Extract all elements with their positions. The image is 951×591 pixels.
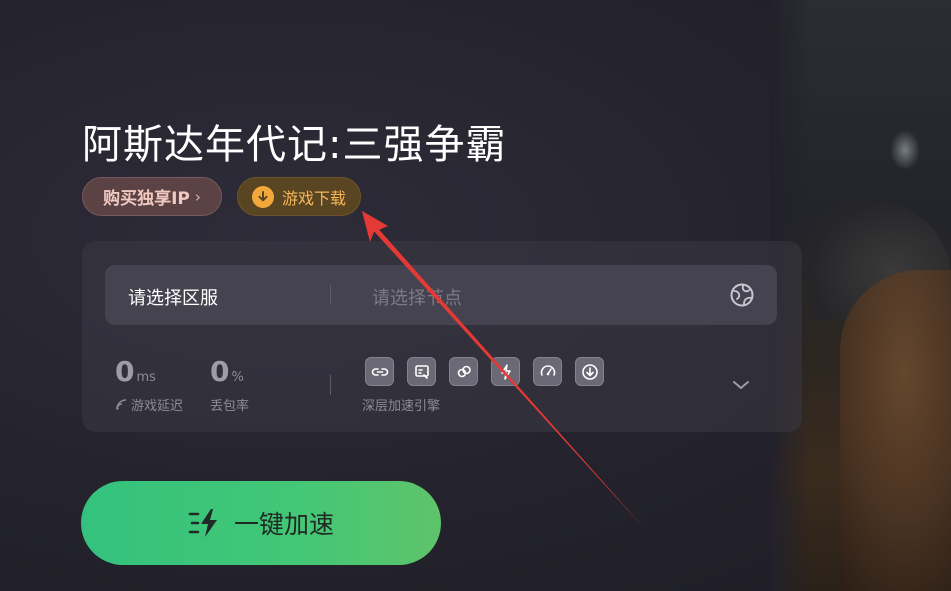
artwork-character	[840, 270, 951, 591]
download-label: 游戏下载	[281, 188, 346, 208]
game-download-button[interactable]: 游戏下载	[237, 177, 361, 216]
signal-icon	[116, 399, 127, 410]
game-title: 阿斯达年代记:三强争霸	[82, 122, 507, 168]
rings-icon[interactable]	[449, 357, 478, 386]
chevron-right-icon: ›	[194, 187, 201, 206]
selector-divider	[330, 285, 331, 305]
link-icon[interactable]	[365, 357, 394, 386]
accelerate-bolt-icon	[188, 509, 217, 537]
buy-exclusive-ip-button[interactable]: 购买独享IP ›	[82, 177, 222, 216]
accelerate-label: 一键加速	[233, 510, 334, 539]
engine-label: 深层加速引擎	[362, 399, 441, 414]
engine-icon-row	[365, 357, 604, 386]
bolt-icon[interactable]	[491, 357, 520, 386]
download-icon	[251, 185, 274, 208]
download-circle-icon[interactable]	[575, 357, 604, 386]
buy-ip-label: 购买独享IP	[103, 189, 190, 209]
loss-unit: %	[231, 370, 244, 385]
server-select[interactable]: 请选择区服	[128, 284, 218, 310]
loss-number: 0	[210, 355, 230, 388]
latency-value: 0 ms	[115, 355, 156, 388]
packet-loss-value: 0%	[210, 355, 244, 388]
latency-number: 0	[115, 355, 135, 388]
latency-label-row: 游戏延迟	[115, 395, 183, 414]
speed-gauge-icon[interactable]	[533, 357, 562, 386]
packet-loss-label: 丢包率	[210, 399, 250, 414]
node-select[interactable]: 请选择节点	[372, 284, 462, 310]
artwork-highlight	[890, 130, 920, 170]
latency-label: 游戏延迟	[131, 399, 184, 414]
latency-unit: ms	[136, 370, 156, 385]
globe-icon[interactable]	[729, 282, 755, 308]
stats-divider	[330, 375, 331, 395]
chevron-down-icon[interactable]	[730, 374, 752, 396]
screen-icon[interactable]	[407, 357, 436, 386]
one-click-accelerate-button[interactable]: 一键加速	[81, 481, 441, 565]
